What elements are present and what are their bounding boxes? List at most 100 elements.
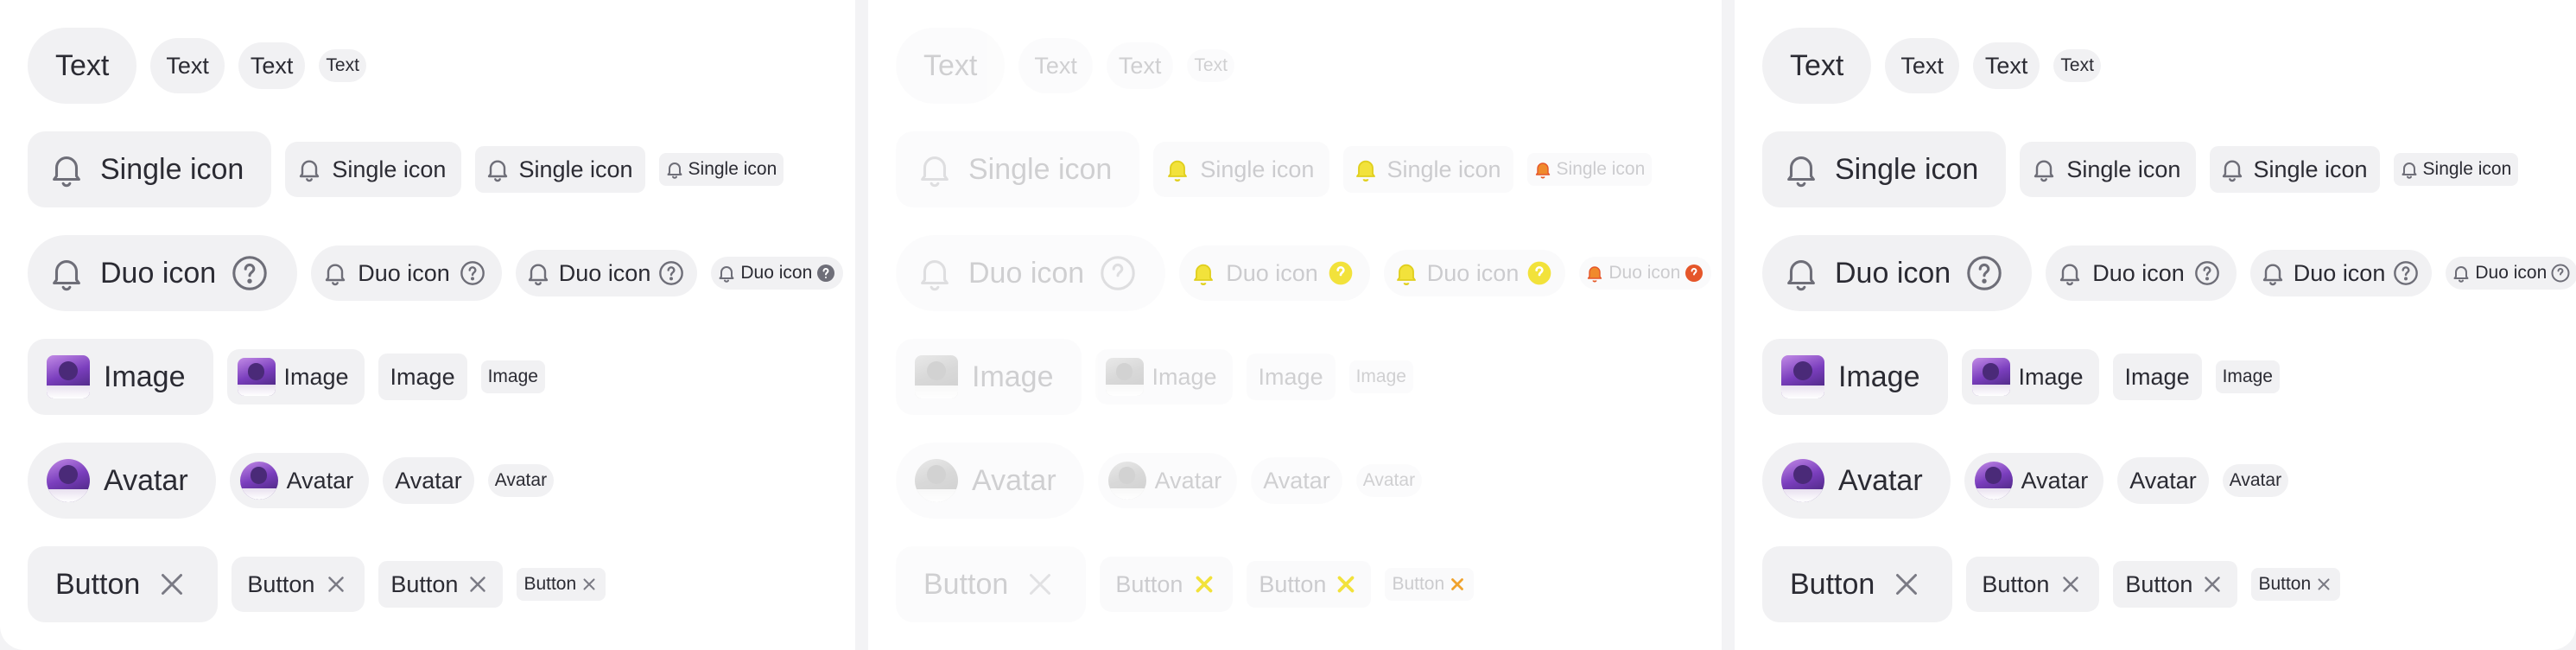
row-duo-icon: Duo icon Duo icon Duo icon Duo icon bbox=[896, 234, 1712, 312]
duo-icon-chip-sm[interactable]: Duo icon bbox=[711, 257, 844, 290]
duo-icon-chip-md[interactable]: Duo icon bbox=[515, 250, 698, 296]
chip-label: Text bbox=[1790, 48, 1844, 82]
button-chip-lg[interactable]: Button bbox=[1966, 557, 2100, 612]
help-circle-icon[interactable] bbox=[1964, 253, 2004, 293]
image-chip-sm[interactable]: Image bbox=[2215, 360, 2280, 393]
chip-label: Duo icon bbox=[558, 259, 651, 286]
image-chip-md[interactable]: Image bbox=[378, 354, 467, 400]
duo-icon-chip-lg[interactable]: Duo icon bbox=[2046, 245, 2237, 301]
single-icon-chip-xl[interactable]: Single icon bbox=[28, 131, 272, 207]
close-icon[interactable] bbox=[323, 571, 349, 597]
avatar-chip-lg[interactable]: Avatar bbox=[1964, 453, 2104, 508]
duo-icon-chip-xl[interactable]: Duo icon bbox=[28, 235, 298, 311]
text-chip-lg[interactable]: Text bbox=[1885, 38, 1959, 93]
avatar-chip-md[interactable]: Avatar bbox=[383, 457, 474, 504]
single-icon-chip-lg[interactable]: Single icon bbox=[2020, 142, 2197, 197]
help-circle-icon[interactable] bbox=[459, 259, 486, 287]
chip-label: Single icon bbox=[2422, 159, 2512, 179]
avatar-chip-md: Avatar bbox=[1251, 457, 1342, 504]
close-icon[interactable] bbox=[154, 566, 190, 602]
chip-label: Single icon bbox=[968, 152, 1113, 186]
image-chip-lg[interactable]: Image bbox=[226, 349, 365, 405]
image-chip-xl[interactable]: Image bbox=[28, 339, 213, 415]
duo-icon-chip-sm: Duo icon bbox=[1579, 257, 1712, 290]
help-circle-icon[interactable] bbox=[2193, 259, 2221, 287]
chip-label: Single icon bbox=[1200, 156, 1315, 182]
single-icon-chip-md[interactable]: Single icon bbox=[2210, 146, 2380, 193]
single-icon-chip-lg[interactable]: Single icon bbox=[285, 142, 462, 197]
duo-icon-chip-md[interactable]: Duo icon bbox=[2249, 250, 2433, 296]
duo-icon-chip-lg[interactable]: Duo icon bbox=[311, 245, 502, 301]
button-chip-xl: Button bbox=[896, 546, 1087, 622]
chip-label: Image bbox=[283, 363, 349, 390]
chip-label: Button bbox=[523, 574, 577, 594]
single-icon-chip-sm[interactable]: Single icon bbox=[658, 153, 784, 186]
help-circle-icon[interactable] bbox=[2550, 263, 2571, 284]
image-chip-md: Image bbox=[1246, 354, 1336, 400]
duo-icon-chip-sm[interactable]: Duo icon bbox=[2446, 257, 2576, 290]
single-icon-chip-sm[interactable]: Single icon bbox=[2393, 153, 2519, 186]
chip-label: Avatar bbox=[972, 463, 1056, 497]
close-icon[interactable] bbox=[465, 571, 491, 597]
image-chip-lg[interactable]: Image bbox=[1961, 349, 2099, 405]
row-duo-icon: Duo icon Duo icon Duo icon Duo icon bbox=[28, 234, 844, 312]
text-chip-sm: Text bbox=[1187, 49, 1234, 82]
close-icon[interactable] bbox=[2314, 575, 2333, 594]
chip-label: Avatar bbox=[395, 467, 462, 494]
button-chip-sm[interactable]: Button bbox=[2251, 568, 2341, 601]
row-avatar: Avatar Avatar Avatar Avatar bbox=[1762, 442, 2289, 519]
chip-label: Button bbox=[1115, 570, 1183, 597]
avatar-chip-lg: Avatar bbox=[1097, 453, 1238, 508]
button-chip-md[interactable]: Button bbox=[2113, 561, 2238, 608]
text-chip-md[interactable]: Text bbox=[1972, 42, 2040, 89]
chip-label: Button bbox=[247, 570, 315, 597]
text-chip-md[interactable]: Text bbox=[238, 42, 306, 89]
help-circle-icon[interactable] bbox=[815, 263, 836, 284]
help-circle-icon[interactable] bbox=[657, 259, 685, 287]
chip-label: Text bbox=[55, 48, 110, 82]
close-icon[interactable] bbox=[2199, 571, 2225, 597]
text-chip-lg[interactable]: Text bbox=[150, 38, 225, 93]
chip-label: Text bbox=[1900, 52, 1944, 79]
avatar-chip-md[interactable]: Avatar bbox=[2117, 457, 2209, 504]
bell-icon bbox=[1168, 160, 1188, 182]
image-thumbnail bbox=[1105, 358, 1144, 396]
bell-icon bbox=[528, 264, 548, 286]
chip-label: Duo icon bbox=[1226, 259, 1318, 286]
button-chip-xl[interactable]: Button bbox=[28, 546, 219, 622]
avatar-chip-xl[interactable]: Avatar bbox=[1762, 443, 1951, 519]
bell-icon bbox=[488, 160, 508, 182]
text-chip-sm[interactable]: Text bbox=[319, 49, 366, 82]
avatar bbox=[47, 459, 90, 502]
single-icon-chip-xl[interactable]: Single icon bbox=[1762, 131, 2007, 207]
close-icon[interactable] bbox=[1888, 566, 1925, 602]
single-icon-chip-md[interactable]: Single icon bbox=[475, 146, 645, 193]
text-chip-md: Text bbox=[1106, 42, 1174, 89]
panel-disabled: Text Text Text Text Single icon Single i… bbox=[868, 0, 1722, 650]
close-icon[interactable] bbox=[2058, 571, 2084, 597]
image-chip-sm[interactable]: Image bbox=[480, 360, 545, 393]
chip-label: Button bbox=[1259, 570, 1327, 597]
avatar-chip-lg[interactable]: Avatar bbox=[229, 453, 370, 508]
row-avatar: Avatar Avatar Avatar Avatar bbox=[896, 442, 1423, 519]
help-circle-icon[interactable] bbox=[230, 253, 270, 293]
close-icon[interactable] bbox=[580, 575, 599, 594]
avatar-chip-sm[interactable]: Avatar bbox=[2222, 464, 2289, 497]
avatar-chip-xl[interactable]: Avatar bbox=[28, 443, 216, 519]
button-chip-lg[interactable]: Button bbox=[232, 557, 365, 612]
chip-label: Text bbox=[326, 55, 359, 75]
button-chip-sm[interactable]: Button bbox=[517, 568, 606, 601]
row-button: Button Button Button Button bbox=[1762, 545, 2341, 623]
avatar-chip-sm: Avatar bbox=[1355, 464, 1423, 497]
text-chip-xl[interactable]: Text bbox=[28, 28, 137, 104]
chip-label: Image bbox=[1258, 363, 1323, 390]
avatar-chip-sm[interactable]: Avatar bbox=[487, 464, 555, 497]
image-chip-md[interactable]: Image bbox=[2112, 354, 2202, 400]
duo-icon-chip-xl[interactable]: Duo icon bbox=[1762, 235, 2033, 311]
text-chip-sm[interactable]: Text bbox=[2053, 49, 2101, 82]
button-chip-md[interactable]: Button bbox=[378, 561, 504, 608]
image-chip-xl[interactable]: Image bbox=[1762, 339, 1948, 415]
help-circle-icon[interactable] bbox=[2392, 259, 2420, 287]
text-chip-xl[interactable]: Text bbox=[1762, 28, 1872, 104]
button-chip-xl[interactable]: Button bbox=[1762, 546, 1953, 622]
